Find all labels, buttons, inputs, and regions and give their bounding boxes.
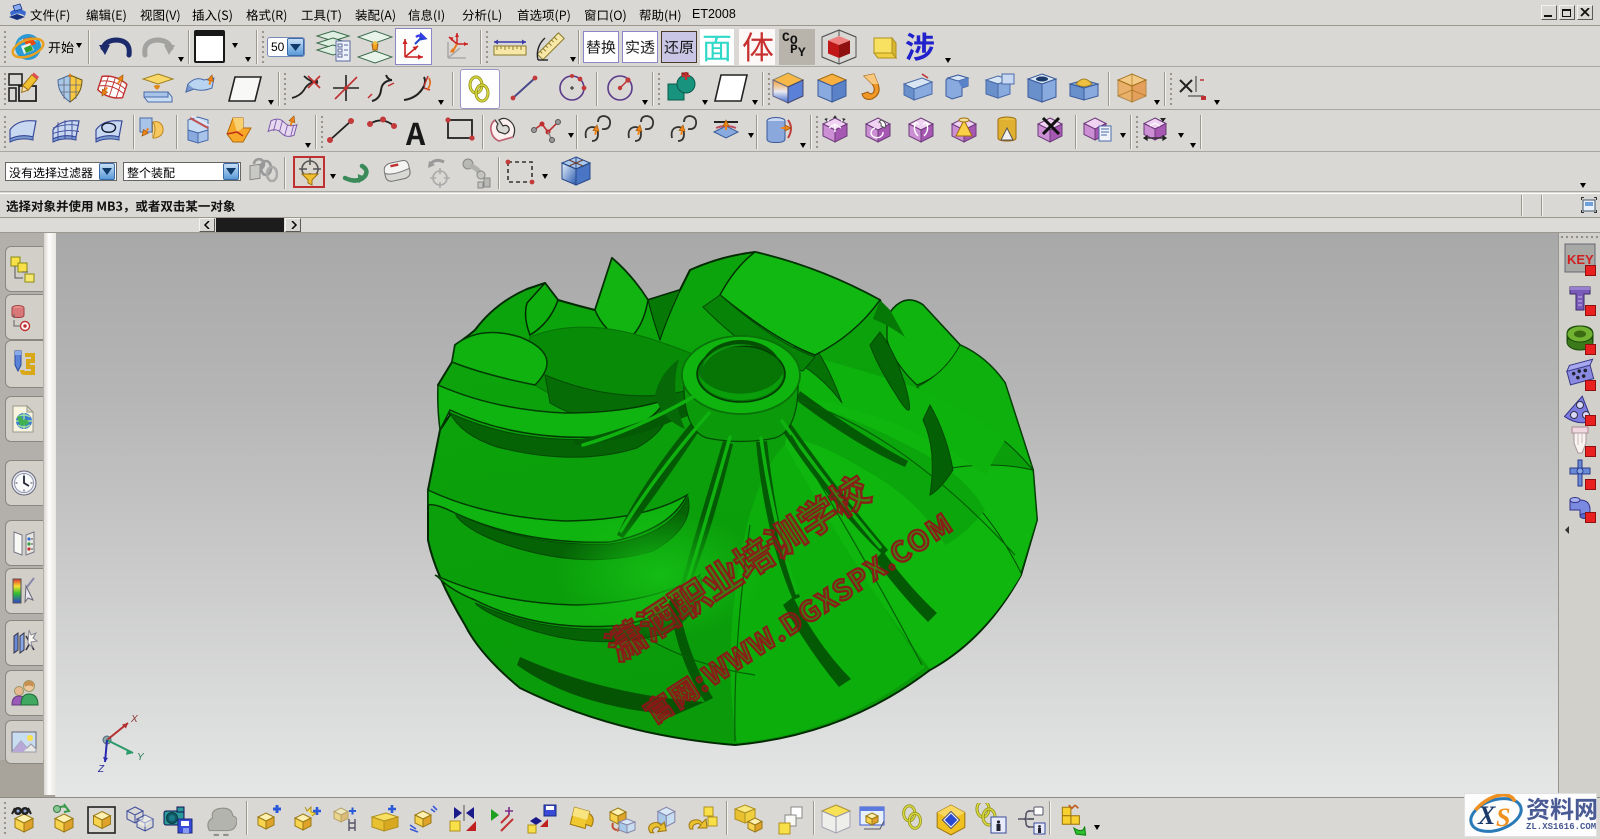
- svg-text:Y: Y: [137, 752, 145, 763]
- svg-text:X: X: [1477, 801, 1496, 830]
- svg-text:Z: Z: [97, 764, 105, 775]
- svg-text:S: S: [1496, 803, 1510, 832]
- svg-text:X: X: [130, 714, 138, 725]
